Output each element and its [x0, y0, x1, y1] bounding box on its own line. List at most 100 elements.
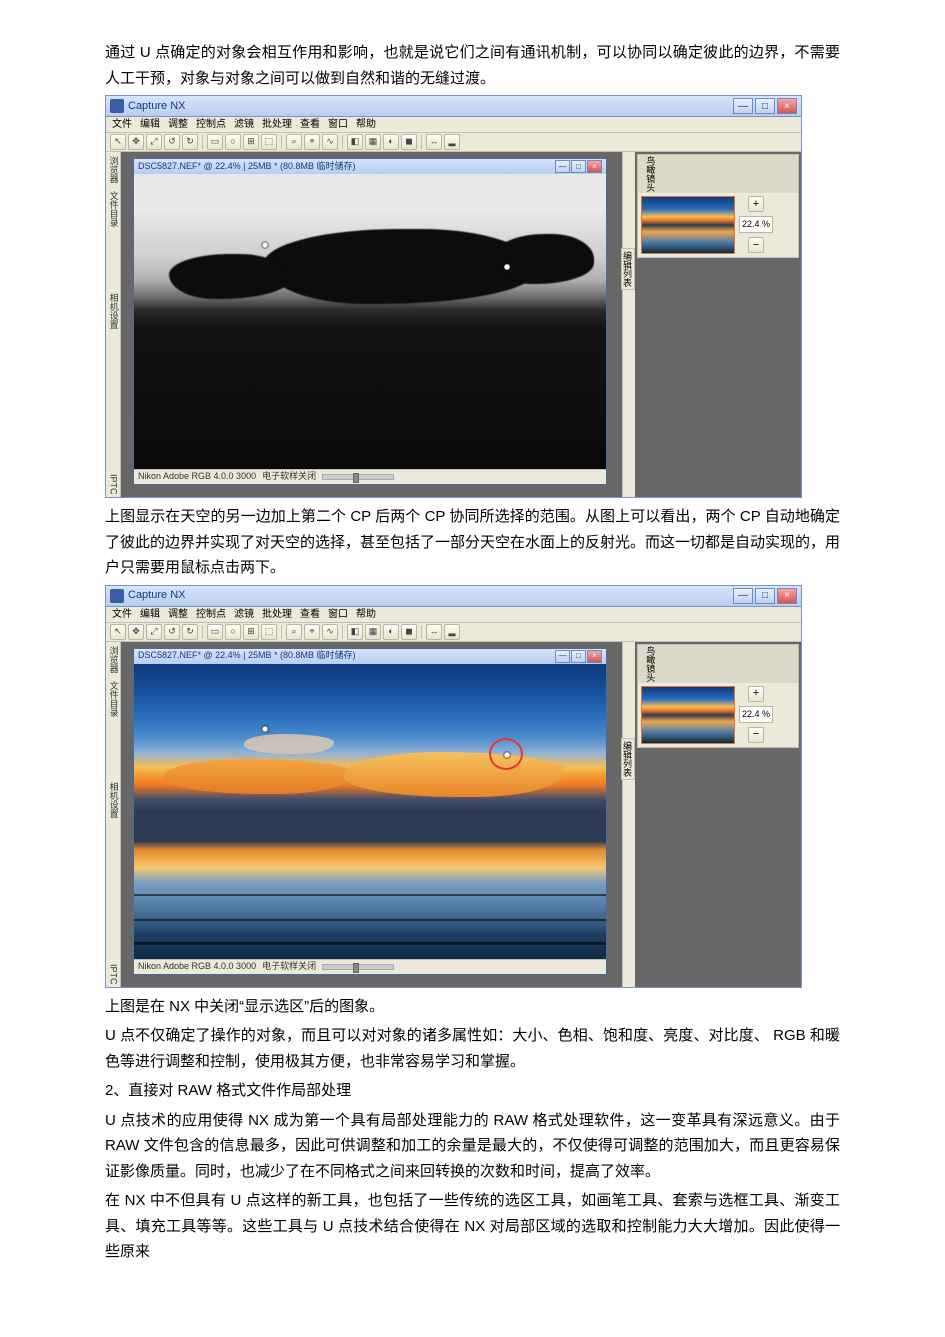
tool-bw[interactable]: ◐: [383, 624, 399, 640]
rail-browser[interactable]: 浏览器: [105, 644, 120, 675]
tool-eyedrop[interactable]: ⌕: [286, 624, 302, 640]
window-close-button[interactable]: ×: [777, 98, 797, 114]
zoom-value[interactable]: 22.4 %: [739, 216, 773, 233]
tool-crop[interactable]: ⊞: [243, 134, 259, 150]
tool-compare[interactable]: ↔: [426, 134, 442, 150]
tool-ellipse[interactable]: ○: [225, 134, 241, 150]
tool-rect[interactable]: ▭: [207, 134, 223, 150]
tool-target[interactable]: ⌖: [304, 134, 320, 150]
tool-curve[interactable]: ∿: [322, 624, 338, 640]
menu-filter[interactable]: 滤镜: [234, 606, 254, 623]
doc-minimize-button[interactable]: —: [555, 160, 570, 173]
tool-rotate-ccw[interactable]: ↺: [164, 134, 180, 150]
menu-file[interactable]: 文件: [112, 116, 132, 133]
menu-help[interactable]: 帮助: [356, 116, 376, 133]
para-2: 上图显示在天空的另一边加上第二个 CP 后两个 CP 协同所选择的范围。从图上可…: [105, 504, 840, 581]
tool-histo[interactable]: ▂: [444, 134, 460, 150]
doc-maximize-button[interactable]: □: [571, 650, 586, 663]
tool-histo[interactable]: ▂: [444, 624, 460, 640]
zoom-out-icon[interactable]: −: [748, 727, 764, 743]
menu-view[interactable]: 查看: [300, 606, 320, 623]
birdseye-tab[interactable]: 鸟瞰镜头: [642, 156, 657, 192]
tool-fill[interactable]: ◼: [401, 624, 417, 640]
tool-bw[interactable]: ◐: [383, 134, 399, 150]
u-point-marker[interactable]: [504, 264, 510, 270]
right-panels: 鸟瞰镜头 + 22.4 % −: [635, 642, 801, 987]
tool-lasso[interactable]: ⬚: [261, 624, 277, 640]
tool-crop[interactable]: ⊞: [243, 624, 259, 640]
menu-edit[interactable]: 编辑: [140, 606, 160, 623]
birdseye-tab[interactable]: 鸟瞰镜头: [642, 646, 657, 682]
rail-filedir[interactable]: 文件目录: [105, 679, 120, 719]
tool-ellipse[interactable]: ○: [225, 624, 241, 640]
tool-fill[interactable]: ◼: [401, 134, 417, 150]
menu-edit[interactable]: 编辑: [140, 116, 160, 133]
birdseye-body: + 22.4 % −: [638, 683, 798, 747]
tool-grid[interactable]: ▦: [365, 624, 381, 640]
editlist-tab[interactable]: 编辑列表: [621, 738, 635, 780]
cloud-shape: [244, 734, 334, 754]
tool-zoom[interactable]: ⤢: [146, 624, 162, 640]
tool-gradient[interactable]: ◧: [347, 624, 363, 640]
tool-arrow[interactable]: ↖: [110, 134, 126, 150]
rail-iptc[interactable]: IPTC: [105, 962, 120, 987]
tool-rotate-cw[interactable]: ↻: [182, 134, 198, 150]
rail-camera[interactable]: 相机设置: [105, 780, 120, 820]
window-close-button[interactable]: ×: [777, 588, 797, 604]
window-maximize-button[interactable]: □: [755, 588, 775, 604]
status-slider[interactable]: [322, 964, 394, 970]
document-canvas[interactable]: [134, 664, 606, 959]
tool-sep: [202, 135, 203, 149]
rail-browser[interactable]: 浏览器: [105, 154, 120, 185]
tool-lasso[interactable]: ⬚: [261, 134, 277, 150]
status-slider[interactable]: [322, 474, 394, 480]
tool-compare[interactable]: ↔: [426, 624, 442, 640]
document-canvas[interactable]: [134, 174, 606, 469]
tool-rotate-ccw[interactable]: ↺: [164, 624, 180, 640]
document-page: 通过 U 点确定的对象会相互作用和影响，也就是说它们之间有通讯机制，可以协同以确…: [0, 0, 945, 1289]
menu-view[interactable]: 查看: [300, 116, 320, 133]
doc-maximize-button[interactable]: □: [571, 160, 586, 173]
tool-grid[interactable]: ▦: [365, 134, 381, 150]
tool-gradient[interactable]: ◧: [347, 134, 363, 150]
rail-camera[interactable]: 相机设置: [105, 291, 120, 331]
tool-rotate-cw[interactable]: ↻: [182, 624, 198, 640]
u-point-marker[interactable]: [262, 242, 268, 248]
tool-curve[interactable]: ∿: [322, 134, 338, 150]
menu-cp[interactable]: 控制点: [196, 606, 226, 623]
doc-minimize-button[interactable]: —: [555, 650, 570, 663]
tool-hand[interactable]: ✥: [128, 624, 144, 640]
window-maximize-button[interactable]: □: [755, 98, 775, 114]
editlist-tab[interactable]: 编辑列表: [621, 248, 635, 290]
birdseye-thumb[interactable]: [641, 686, 735, 744]
window-minimize-button[interactable]: —: [733, 588, 753, 604]
tool-eyedrop[interactable]: ⌕: [286, 134, 302, 150]
menu-adjust[interactable]: 调整: [168, 606, 188, 623]
rail-filedir[interactable]: 文件目录: [105, 189, 120, 229]
tool-zoom[interactable]: ⤢: [146, 134, 162, 150]
menu-help[interactable]: 帮助: [356, 606, 376, 623]
tool-rect[interactable]: ▭: [207, 624, 223, 640]
tool-hand[interactable]: ✥: [128, 134, 144, 150]
menu-adjust[interactable]: 调整: [168, 116, 188, 133]
menu-batch[interactable]: 批处理: [262, 116, 292, 133]
birdseye-thumb[interactable]: [641, 196, 735, 254]
menu-cp[interactable]: 控制点: [196, 116, 226, 133]
doc-close-button[interactable]: ×: [587, 160, 602, 173]
zoom-in-icon[interactable]: +: [748, 686, 764, 702]
u-point-marker[interactable]: [262, 726, 268, 732]
menu-window[interactable]: 窗口: [328, 606, 348, 623]
doc-close-button[interactable]: ×: [587, 650, 602, 663]
zoom-value[interactable]: 22.4 %: [739, 706, 773, 723]
zoom-out-icon[interactable]: −: [748, 237, 764, 253]
workspace: 浏览器 文件目录 相机设置 IPTC DSC5827.NEF* @ 22.4% …: [106, 642, 801, 987]
window-minimize-button[interactable]: —: [733, 98, 753, 114]
zoom-in-icon[interactable]: +: [748, 196, 764, 212]
menu-filter[interactable]: 滤镜: [234, 116, 254, 133]
rail-iptc[interactable]: IPTC: [105, 472, 120, 497]
tool-arrow[interactable]: ↖: [110, 624, 126, 640]
menu-file[interactable]: 文件: [112, 606, 132, 623]
tool-target[interactable]: ⌖: [304, 624, 320, 640]
menu-window[interactable]: 窗口: [328, 116, 348, 133]
menu-batch[interactable]: 批处理: [262, 606, 292, 623]
